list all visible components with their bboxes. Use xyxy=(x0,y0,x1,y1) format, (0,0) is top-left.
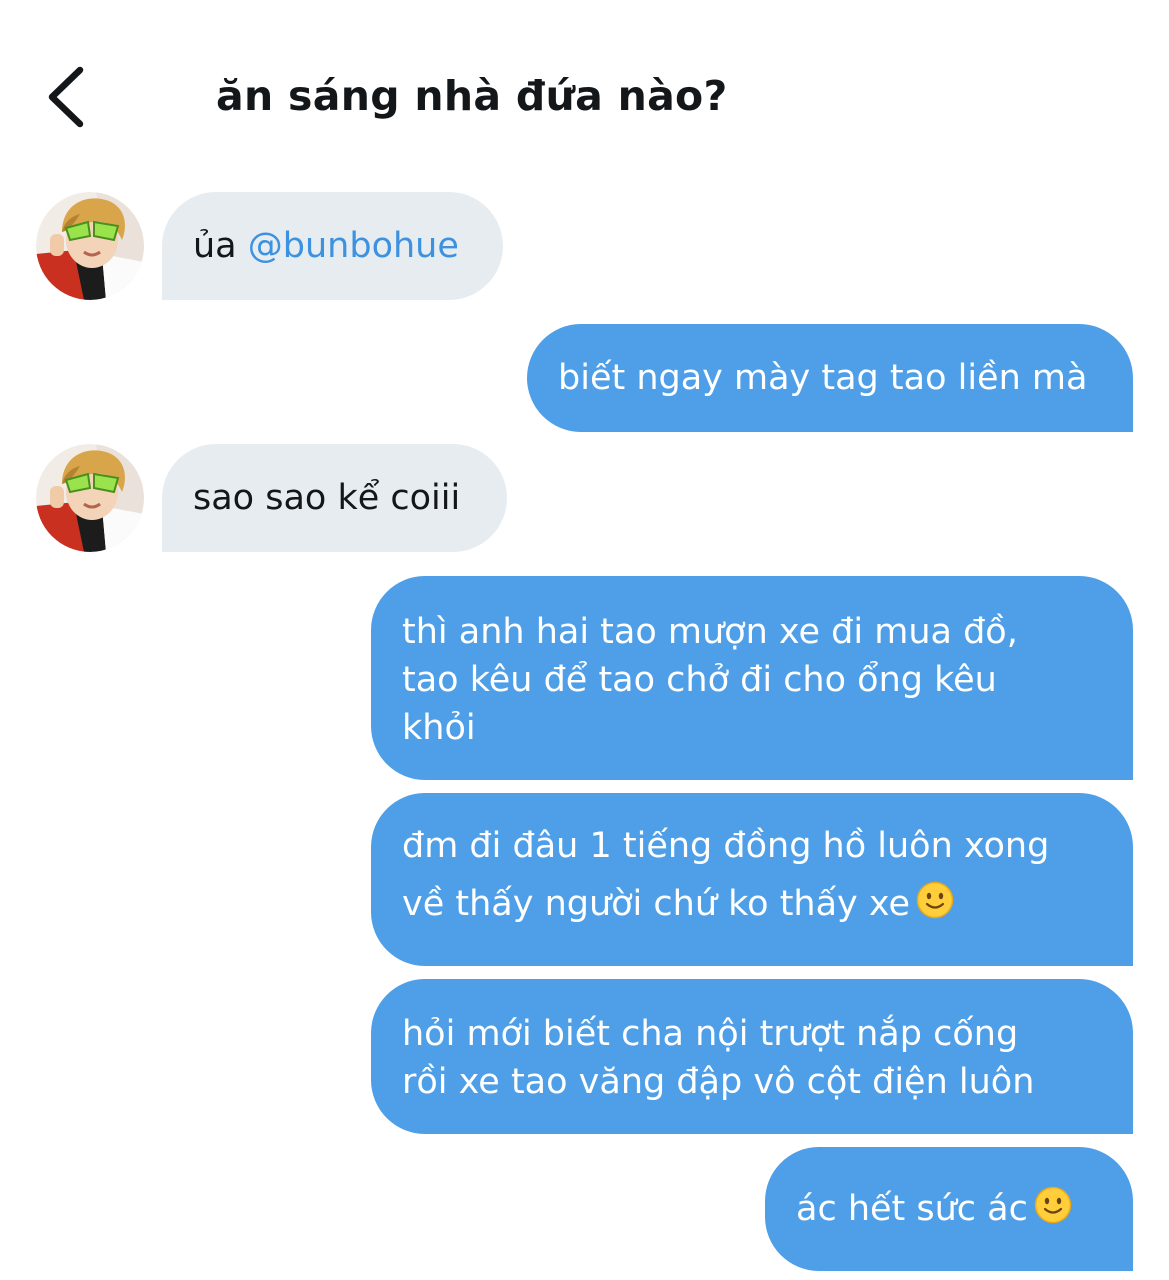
message-text: ủa xyxy=(193,226,248,266)
chevron-left-icon xyxy=(48,66,84,128)
message-bubble-incoming[interactable]: ủa @bunbohue xyxy=(162,192,503,300)
message-text-line: khỏi xyxy=(402,708,476,748)
message-bubble-outgoing[interactable]: biết ngay mày tag tao liền mà xyxy=(527,324,1133,432)
slightly-smiling-face-icon xyxy=(1034,1186,1072,1224)
conversation-title: ăn sáng nhà đứa nào? xyxy=(216,72,728,120)
message-text: biết ngay mày tag tao liền mà xyxy=(558,358,1088,398)
message-text-line: thì anh hai tao mượn xe đi mua đồ, xyxy=(402,612,1018,652)
mention-link[interactable]: @bunbohue xyxy=(248,226,459,266)
conversation-header: ăn sáng nhà đứa nào? xyxy=(0,0,1169,190)
message-text-line: về thấy người chứ ko thấy xe xyxy=(402,884,911,924)
message-text-line: rồi xe tao văng đập vô cột điện luôn xyxy=(402,1062,1035,1102)
message-text: sao sao kể coiii xyxy=(193,478,461,518)
message-bubble-incoming[interactable]: sao sao kể coiii xyxy=(162,444,507,552)
message-bubble-outgoing[interactable]: thì anh hai tao mượn xe đi mua đồ, tao k… xyxy=(371,576,1133,780)
message-bubble-outgoing[interactable]: đm đi đâu 1 tiếng đồng hồ luôn xong về t… xyxy=(371,793,1133,966)
avatar[interactable] xyxy=(36,192,144,300)
back-button[interactable] xyxy=(40,62,100,132)
avatar[interactable] xyxy=(36,444,144,552)
message-text-line: đm đi đâu 1 tiếng đồng hồ luôn xong xyxy=(402,826,1050,866)
slightly-smiling-face-icon xyxy=(916,881,954,919)
message-text-line: tao kêu để tao chở đi cho ổng kêu xyxy=(402,660,997,700)
message-bubble-outgoing[interactable]: ác hết sức ác xyxy=(765,1147,1133,1271)
message-text: ác hết sức ác xyxy=(796,1189,1028,1229)
message-text-line: hỏi mới biết cha nội trượt nắp cống xyxy=(402,1014,1019,1054)
message-bubble-outgoing[interactable]: hỏi mới biết cha nội trượt nắp cống rồi … xyxy=(371,979,1133,1134)
